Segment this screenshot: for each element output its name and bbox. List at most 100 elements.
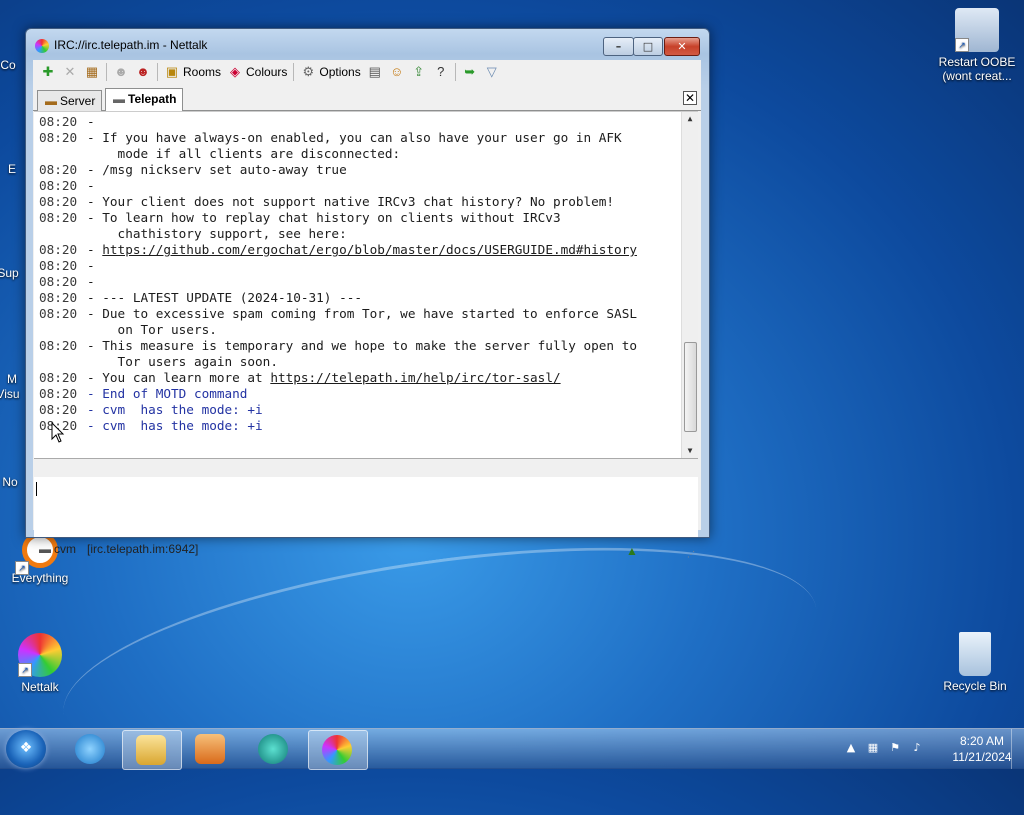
options-button[interactable]: ⚙ Options — [297, 62, 363, 82]
show-desktop-button[interactable] — [1011, 729, 1024, 769]
toolbar: ✚ ✕ ▦ ☻ ☻ ▣ Rooms ◈ Colours ⚙ Options ▤ ☺ ⇪… — [33, 60, 701, 84]
rooms-button[interactable]: ▣ Rooms — [161, 62, 224, 82]
desktop-icon-label: Nettalk — [21, 680, 59, 694]
chat-scrollbar[interactable]: ▲ ▼ — [681, 112, 698, 458]
help-button[interactable]: ? — [430, 62, 452, 82]
chat-timestamp: 08:20 — [39, 130, 78, 145]
resize-grip-icon[interactable]: ⋰ — [687, 545, 697, 559]
close-icon: ✕ — [677, 40, 687, 53]
nettalk-app-icon[interactable] — [35, 39, 49, 53]
start-button[interactable]: ❖ — [6, 730, 46, 768]
chat-timestamp: 08:20 — [39, 306, 78, 321]
chat-timestamp: 08:20 — [39, 162, 78, 177]
chat-message: - --- LATEST UPDATE (2024-10-31) --- — [87, 290, 362, 306]
chat-line: 08:20 - Your client does not support nati… — [39, 194, 679, 210]
chat-line: 08:20- — [39, 114, 679, 130]
chat-timestamp: 08:20 — [39, 370, 78, 385]
taskbar-ie[interactable] — [62, 730, 120, 768]
user-icon: ☻ — [114, 64, 128, 79]
mouse-cursor-icon — [51, 422, 65, 443]
nettalk-window: IRC://irc.telepath.im - Nettalk – □ ✕ ✚ … — [25, 28, 710, 559]
chat-link[interactable]: https://github.com/ergochat/ergo/blob/ma… — [102, 242, 637, 257]
chat-message-text: - — [87, 178, 95, 193]
desktop-icon-nettalk[interactable]: ↗ Nettalk — [0, 633, 80, 694]
chat-timestamp: 08:20 — [39, 210, 78, 225]
chat-timestamp: 08:20 — [39, 338, 78, 353]
chat-message-text: - /msg nickserv set auto-away true — [87, 162, 347, 177]
minimize-button[interactable]: – — [603, 37, 634, 56]
tab-server[interactable]: ▬ Server — [37, 90, 103, 111]
status-server: [irc.telepath.im:6942] — [87, 542, 199, 556]
volume-icon[interactable]: ♪ — [910, 741, 924, 755]
help-icon: ? — [437, 64, 445, 79]
tab-telepath[interactable]: ▬ Telepath — [105, 88, 184, 111]
chat-line: mode if all clients are disconnected: — [39, 146, 679, 162]
app-icon — [258, 734, 288, 764]
clock-date: 11/21/2024 — [952, 750, 1012, 764]
chat-message: - Due to excessive spam coming from Tor,… — [87, 306, 637, 322]
remove-user-button[interactable]: ☻ — [132, 62, 154, 82]
x-icon: ✕ — [64, 64, 76, 79]
chat-message: - To learn how to replay chat history on… — [87, 210, 561, 226]
chat-message: chathistory support, see here: — [87, 226, 347, 242]
chat-message-text: - You can learn more at — [87, 370, 271, 385]
show-hidden-icons-icon[interactable]: ▲ — [844, 741, 858, 755]
taskbar-explorer[interactable] — [122, 730, 182, 770]
maximize-button[interactable]: □ — [633, 37, 663, 56]
chat-message-text: - — [87, 274, 95, 289]
chat-message: - cvm has the mode: +i — [87, 402, 263, 418]
user-button[interactable]: ☻ — [110, 62, 132, 82]
chat-timestamp — [39, 354, 87, 370]
chat-message: - This measure is temporary and we hope … — [87, 338, 637, 354]
message-input[interactable] — [34, 477, 698, 537]
title-bar[interactable]: IRC://irc.telepath.im - Nettalk – □ ✕ — [26, 29, 709, 61]
maximize-icon: □ — [642, 40, 654, 53]
chat-timestamp — [39, 226, 87, 242]
dropdown-button[interactable]: ▽ — [481, 62, 503, 82]
chat-message: - — [87, 178, 95, 194]
desktop-icon-restart-oobe[interactable]: ↗ Restart OOBE (wont creat... — [937, 8, 1017, 83]
clock-time: 8:20 AM — [959, 734, 1005, 748]
chat-link[interactable]: https://telepath.im/help/irc/tor-sasl/ — [270, 370, 560, 385]
colours-label: Colours — [246, 65, 288, 79]
chat-message-text: - Due to excessive spam coming from Tor,… — [87, 306, 637, 321]
connect-button[interactable]: ➥ — [459, 62, 481, 82]
properties-button[interactable]: ▦ — [81, 62, 103, 82]
colours-button[interactable]: ◈ Colours — [224, 62, 290, 82]
chat-message: - End of MOTD command — [87, 386, 247, 402]
chat-line: chathistory support, see here: — [39, 226, 679, 242]
taskbar-app[interactable] — [245, 730, 303, 768]
windows-shield-icon: ↗ — [955, 8, 999, 52]
users-button[interactable]: ☺ — [386, 62, 408, 82]
network-icon: ▬ — [113, 92, 125, 106]
desktop-icon-recycle-bin[interactable]: Recycle Bin — [935, 632, 1015, 693]
new-connection-button[interactable]: ✚ — [37, 62, 59, 82]
chat-timestamp — [39, 322, 87, 338]
taskbar-nettalk[interactable] — [308, 730, 368, 770]
internet-explorer-icon — [75, 734, 105, 764]
chat-line: 08:20 - This measure is temporary and we … — [39, 338, 679, 354]
chat-timestamp: 08:20 — [39, 258, 78, 273]
action-center-flag-icon[interactable]: ⚑ — [888, 741, 902, 755]
log-button[interactable]: ▤ — [364, 62, 386, 82]
chat-message: mode if all clients are disconnected: — [87, 146, 401, 162]
splitter[interactable] — [34, 458, 698, 478]
close-button[interactable]: ✕ — [664, 37, 700, 56]
network-icon[interactable]: ▦ — [866, 741, 880, 755]
disconnect-button[interactable]: ✕ — [59, 62, 81, 82]
chat-line: 08:20 - If you have always-on enabled, yo… — [39, 130, 679, 146]
server-icon: ▬ — [45, 94, 57, 108]
chat-message-text: - cvm has the mode: +i — [87, 402, 263, 417]
export-button[interactable]: ⇪ — [408, 62, 430, 82]
close-tab-button[interactable]: ✕ — [683, 91, 697, 105]
scroll-up-icon[interactable]: ▲ — [682, 112, 698, 126]
chat-message-text: - To learn how to replay chat history on… — [87, 210, 561, 225]
clock[interactable]: 8:20 AM 11/21/2024 — [944, 733, 1020, 765]
chat-message: - — [87, 258, 95, 274]
chat-log[interactable]: 08:20-08:20- If you have always-on enabl… — [34, 111, 698, 458]
scroll-down-icon[interactable]: ▼ — [682, 444, 698, 458]
scroll-thumb[interactable] — [684, 342, 697, 432]
taskbar-media-player[interactable] — [182, 730, 240, 768]
chat-line: 08:20 - cvm has the mode: +i — [39, 402, 679, 418]
chat-timestamp: 08:20 — [39, 274, 78, 289]
